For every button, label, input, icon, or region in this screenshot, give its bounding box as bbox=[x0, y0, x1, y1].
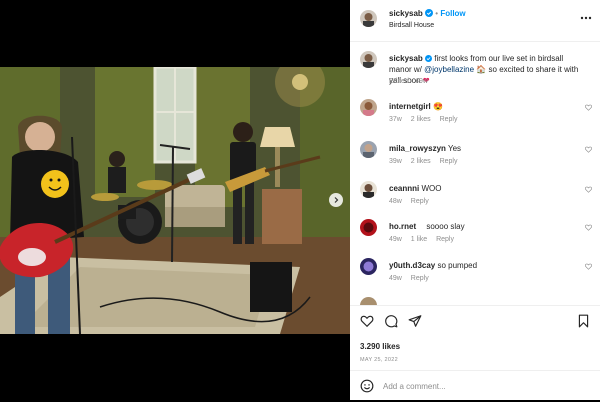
heart-icon[interactable] bbox=[585, 263, 592, 270]
comment-time[interactable]: 39w bbox=[389, 158, 402, 165]
author-avatar[interactable] bbox=[360, 10, 377, 27]
comment-item: ceannni WOO 48w Reply bbox=[350, 181, 600, 211]
comment-time[interactable]: 49w bbox=[389, 275, 402, 282]
caption-meta: Edited · 49w bbox=[389, 78, 435, 85]
post-header: sickysab • Follow Birdsall House bbox=[350, 0, 600, 42]
comment-text: soooo slay bbox=[426, 222, 465, 231]
comments-section: sickysab first looks from our live set i… bbox=[350, 41, 600, 305]
comment-likes[interactable]: 2 likes bbox=[411, 158, 431, 165]
comment-time[interactable]: 49w bbox=[389, 236, 402, 243]
commenter-avatar[interactable] bbox=[360, 99, 377, 116]
post-media bbox=[0, 0, 350, 400]
next-photo-button[interactable] bbox=[329, 193, 343, 207]
comment-meta: 48w Reply bbox=[389, 198, 436, 205]
house-emoji-icon: 🏠 bbox=[476, 65, 487, 74]
caption-time[interactable]: Edited · 49w bbox=[389, 78, 428, 85]
post-location[interactable]: Birdsall House bbox=[389, 22, 434, 29]
caption-username[interactable]: sickysab bbox=[389, 54, 423, 63]
heart-icon[interactable] bbox=[360, 314, 374, 328]
verified-badge-icon bbox=[425, 9, 434, 17]
post-actions: 3.290 likes MAY 25, 2022 bbox=[350, 305, 600, 401]
commenter-avatar[interactable] bbox=[360, 141, 377, 158]
comment-text: so pumped bbox=[437, 261, 478, 270]
comment-meta: 49w 1 like Reply bbox=[389, 236, 461, 243]
comment-likes[interactable]: 2 likes bbox=[411, 116, 431, 123]
comment-meta: 39w 2 likes Reply bbox=[389, 158, 465, 165]
post-side-panel: sickysab • Follow Birdsall House sickysa… bbox=[350, 0, 600, 400]
comment-item: internetgirl 😍 37w 2 likes Reply bbox=[350, 99, 600, 129]
likes-count[interactable]: 3.290 likes bbox=[360, 342, 400, 351]
comment-item-partial bbox=[350, 297, 600, 305]
commenter-avatar[interactable] bbox=[360, 181, 377, 198]
heart-eyes-emoji-icon: 😍 bbox=[433, 102, 443, 111]
reply-button[interactable]: Reply bbox=[411, 198, 429, 205]
heart-icon[interactable] bbox=[585, 224, 592, 231]
commenter-avatar[interactable] bbox=[360, 258, 377, 275]
comment-time[interactable]: 37w bbox=[389, 116, 402, 123]
smiley-icon[interactable] bbox=[360, 379, 374, 393]
heart-icon[interactable] bbox=[585, 186, 592, 193]
comment-username[interactable]: internetgirl bbox=[389, 102, 431, 111]
comment-icon[interactable] bbox=[384, 314, 398, 328]
heart-icon[interactable] bbox=[585, 146, 592, 153]
comment-time[interactable]: 48w bbox=[389, 198, 402, 205]
author-username[interactable]: sickysab bbox=[389, 9, 423, 18]
comment-item: ho.rnet soooo slay 49w 1 like Reply bbox=[350, 219, 600, 249]
post-photo bbox=[0, 67, 350, 334]
more-options-icon[interactable] bbox=[580, 16, 592, 20]
follow-button[interactable]: Follow bbox=[440, 9, 465, 18]
post-caption: sickysab first looks from our live set i… bbox=[350, 51, 600, 91]
bookmark-icon[interactable] bbox=[577, 314, 590, 328]
comment-username[interactable]: mila_rowyszyn bbox=[389, 144, 446, 153]
reply-button[interactable]: Reply bbox=[440, 158, 458, 165]
post-date: MAY 25, 2022 bbox=[360, 357, 398, 363]
add-comment-input[interactable] bbox=[383, 380, 533, 392]
reply-button[interactable]: Reply bbox=[440, 116, 458, 123]
commenter-avatar[interactable] bbox=[360, 219, 377, 236]
comment-meta: 37w 2 likes Reply bbox=[389, 116, 465, 123]
chevron-right-icon bbox=[334, 197, 339, 203]
add-comment-bar bbox=[350, 370, 600, 402]
comment-text: WOO bbox=[421, 184, 442, 193]
commenter-avatar[interactable] bbox=[360, 297, 377, 305]
reply-button[interactable]: Reply bbox=[411, 275, 429, 282]
comment-item: mila_rowyszyn Yes 39w 2 likes Reply bbox=[350, 141, 600, 171]
verified-badge-icon bbox=[425, 55, 433, 62]
caption-mention[interactable]: @joybellazine bbox=[424, 65, 474, 74]
paper-plane-icon[interactable] bbox=[408, 314, 422, 328]
author-avatar[interactable] bbox=[360, 51, 377, 68]
heart-icon[interactable] bbox=[585, 104, 592, 111]
comment-likes[interactable]: 1 like bbox=[411, 236, 427, 243]
comment-username[interactable]: ho.rnet bbox=[389, 222, 416, 231]
comment-username[interactable]: ceannni bbox=[389, 184, 419, 193]
comment-text: Yes bbox=[448, 144, 462, 153]
comment-item: y0uth.d3cay so pumped 49w Reply bbox=[350, 258, 600, 288]
reply-button[interactable]: Reply bbox=[436, 236, 454, 243]
comment-meta: 49w Reply bbox=[389, 275, 436, 282]
comment-username[interactable]: y0uth.d3cay bbox=[389, 261, 435, 270]
